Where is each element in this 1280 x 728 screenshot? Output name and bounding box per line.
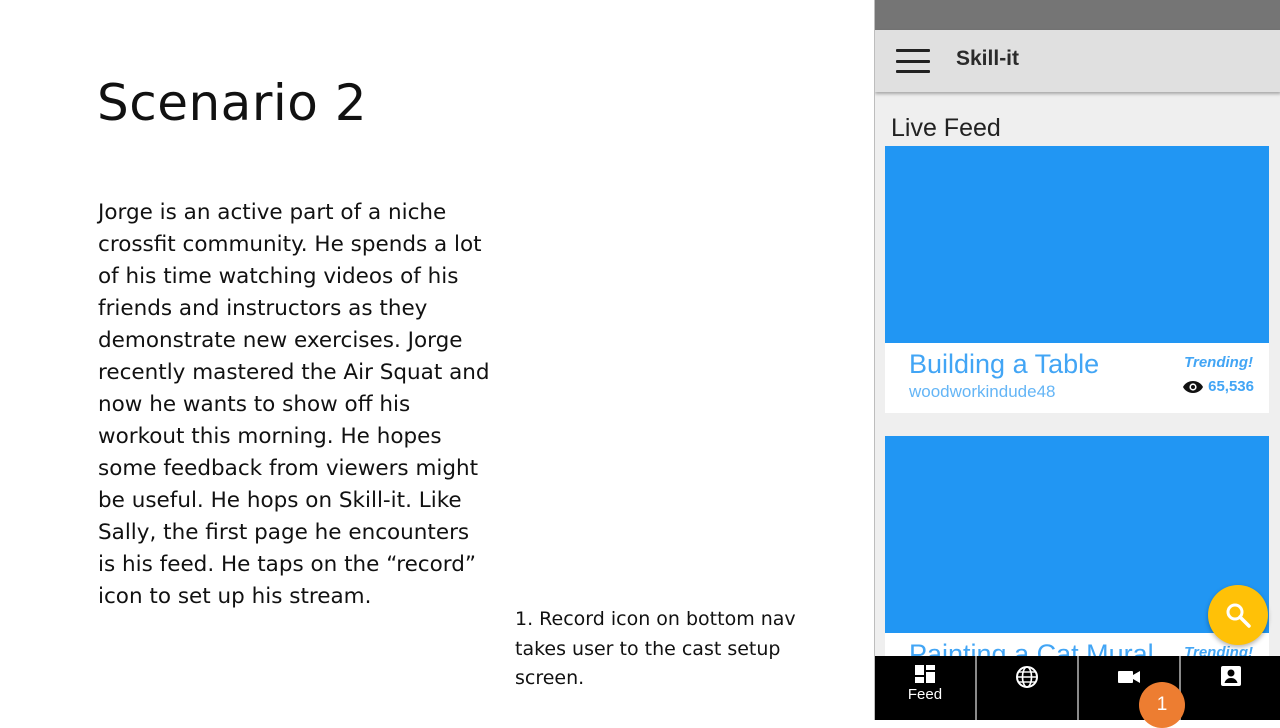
view-count: 65,536 — [1182, 378, 1254, 395]
account-box-icon — [1221, 666, 1241, 686]
feed-card[interactable]: Building a Table woodworkindude48 Trendi… — [885, 146, 1269, 413]
app-bar: Skill-it — [875, 30, 1280, 92]
dashboard-icon — [915, 665, 935, 683]
section-title: Live Feed — [891, 114, 1001, 142]
search-fab[interactable] — [1208, 585, 1268, 645]
hamburger-menu-icon[interactable] — [896, 49, 930, 73]
bottom-navigation: Feed — [875, 656, 1280, 720]
nav-label-feed: Feed — [907, 686, 943, 703]
annotation-note: 1. Record icon on bottom nav takes user … — [515, 608, 796, 689]
app-title: Skill-it — [956, 47, 1020, 70]
eye-icon — [1183, 380, 1204, 393]
card-title: Building a Table — [909, 349, 1100, 379]
card-thumbnail[interactable] — [885, 146, 1269, 343]
nav-item-explore[interactable] — [977, 656, 1079, 720]
search-icon — [1226, 603, 1251, 628]
videocam-icon — [1118, 671, 1140, 683]
nav-item-feed[interactable]: Feed — [875, 656, 977, 720]
trending-badge: Trending! — [1184, 354, 1253, 371]
feed-card[interactable]: Painting a Cat Mural Trending! — [885, 436, 1269, 676]
phone-mockup: Skill-it Live Feed Building a Table wood… — [874, 0, 1280, 720]
callout-marker: 1 — [1139, 682, 1185, 728]
scenario-description: Jorge is an active part of a niche cross… — [98, 200, 490, 609]
view-count-value: 65,536 — [1208, 378, 1254, 395]
slide-title: Scenario 2 — [97, 74, 368, 132]
card-username: woodworkindude48 — [909, 382, 1056, 401]
globe-icon — [1016, 666, 1038, 688]
nav-item-profile[interactable] — [1181, 656, 1280, 720]
status-bar — [875, 0, 1280, 30]
